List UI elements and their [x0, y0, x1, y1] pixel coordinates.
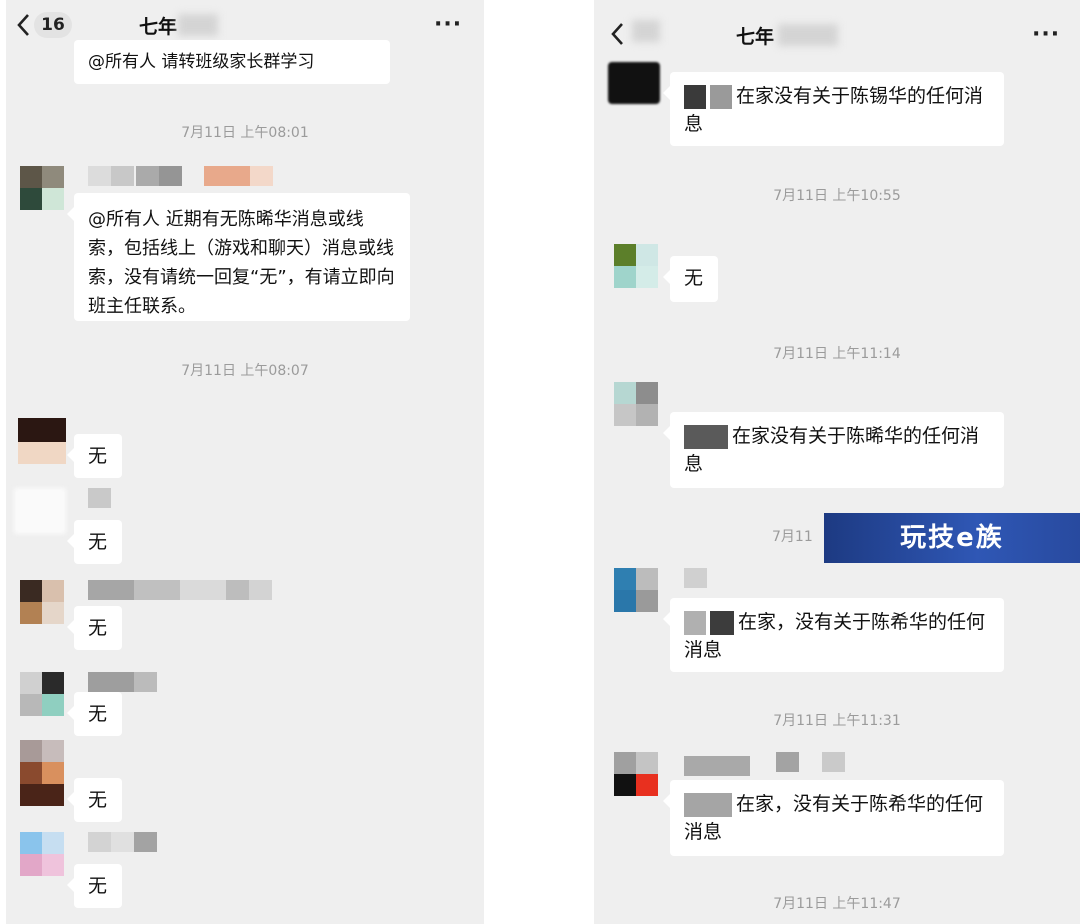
watermark-text: 玩技e族 [900, 523, 1004, 553]
timestamp: 7月11日 上午11:31 [773, 713, 901, 729]
message-text: 无 [88, 875, 108, 897]
title-redaction [178, 14, 218, 36]
chevron-left-icon[interactable] [610, 22, 624, 46]
chat-screenshot-left: 16 七年 ··· @所有人 请转班级家长群学习 7月11日 上午08:01 @… [6, 0, 484, 924]
chevron-left-icon[interactable] [16, 13, 30, 37]
redacted-name [684, 84, 706, 109]
title-redaction [778, 24, 838, 46]
watermark-banner: 玩技e族 [824, 513, 1080, 563]
chat-title: 七年 [736, 26, 775, 48]
redacted-name [684, 792, 732, 817]
message-text: @所有人 请转班级家长群学习 [88, 52, 315, 72]
message-text: 无 [88, 531, 108, 553]
message-text: 无 [88, 617, 108, 639]
message-text: 无 [684, 267, 704, 289]
timestamp: 7月11日 上午08:01 [181, 125, 309, 141]
more-icon[interactable]: ··· [434, 12, 462, 37]
reply-bubble[interactable]: 无 [67, 692, 122, 736]
chat-header: 七年 ··· [594, 0, 1080, 50]
chat-title: 七年 [139, 16, 178, 38]
reply-bubble[interactable]: 无 [67, 520, 122, 564]
message-text: 无 [88, 445, 108, 467]
message-bubble[interactable]: @所有人 请转班级家长群学习 [74, 40, 390, 84]
timestamp: 7月11 [772, 529, 813, 545]
unread-badge[interactable]: 16 [34, 12, 72, 38]
message-bubble[interactable]: 无 [663, 256, 718, 302]
more-icon[interactable]: ··· [1032, 22, 1060, 47]
reply-bubble[interactable]: 无 [67, 864, 122, 908]
redacted-name [684, 610, 706, 635]
message-text: @所有人 近期有无陈晞华消息或线索，包括线上（游戏和聊天）消息或线索，没有请统一… [88, 209, 395, 317]
message-text: 在家没有关于陈晞华的任何消息 [684, 425, 980, 475]
unread-badge-redacted [632, 20, 660, 42]
sender-name-redacted [684, 568, 707, 588]
sender-name-redacted [88, 488, 111, 508]
reply-bubble[interactable]: 无 [67, 778, 122, 822]
announcement-bubble[interactable]: @所有人 近期有无陈晞华消息或线索，包括线上（游戏和聊天）消息或线索，没有请统一… [67, 193, 410, 321]
redacted-name [684, 424, 728, 449]
message-bubble[interactable]: 在家，没有关于陈希华的任何消息 [663, 780, 1004, 856]
message-text: 无 [88, 703, 108, 725]
message-bubble[interactable]: 在家没有关于陈晞华的任何消息 [663, 412, 1004, 488]
timestamp: 7月11日 上午10:55 [773, 188, 901, 204]
reply-bubble[interactable]: 无 [67, 606, 122, 650]
chat-screenshot-right: 七年 ··· 在家没有关于陈锡华的任何消息 7月11日 上午10:55 无 7月… [594, 0, 1080, 924]
timestamp: 7月11日 上午11:14 [773, 346, 901, 362]
message-bubble[interactable]: 在家，没有关于陈希华的任何消息 [663, 598, 1004, 672]
reply-bubble[interactable]: 无 [67, 434, 122, 478]
timestamp: 7月11日 上午11:47 [773, 896, 901, 912]
message-bubble[interactable]: 在家没有关于陈锡华的任何消息 [663, 72, 1004, 146]
message-text: 无 [88, 789, 108, 811]
timestamp: 7月11日 上午08:07 [181, 363, 309, 379]
